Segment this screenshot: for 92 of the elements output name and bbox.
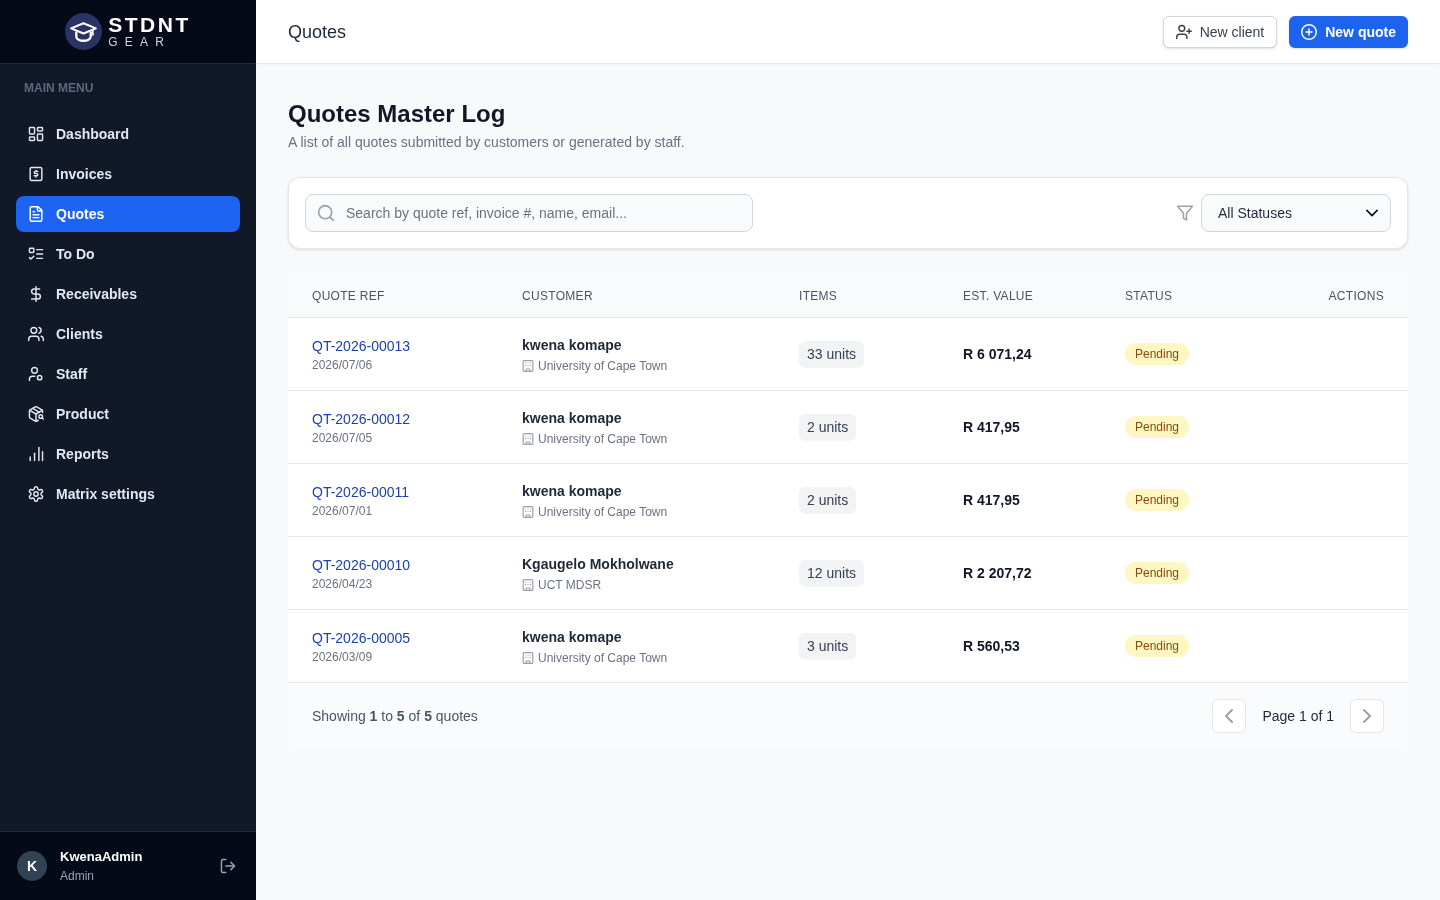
- column-header: ITEMS: [799, 288, 838, 304]
- page-title: Quotes Master Log: [288, 99, 507, 129]
- estimated-value: R 417,95: [963, 491, 1020, 510]
- building-icon: [522, 651, 534, 664]
- customer-organization: University of Cape Town: [538, 430, 668, 447]
- customer-name: kwena komape: [522, 627, 622, 647]
- chevron-right-icon: [1363, 708, 1371, 723]
- quote-ref-link[interactable]: QT-2026-00005: [312, 627, 411, 648]
- search-icon: [317, 204, 335, 222]
- column-header: CUSTOMER: [522, 288, 593, 304]
- sidebar-item[interactable]: Clients: [16, 316, 240, 352]
- estimated-value: R 560,53: [963, 637, 1020, 656]
- document-icon: [28, 206, 44, 222]
- sidebar-item[interactable]: Product: [16, 396, 240, 432]
- funnel-icon: [1177, 205, 1193, 221]
- status-dropdown[interactable]: All Statuses: [1201, 194, 1391, 232]
- quote-date: 2026/07/05: [312, 429, 373, 446]
- dollar-icon: [28, 286, 44, 302]
- column-header: STATUS: [1125, 288, 1173, 304]
- page-indicator: Page 1 of 1: [1262, 706, 1334, 726]
- user-name: KwenaAdmin: [60, 848, 144, 865]
- customer-organization: UCT MDSR: [538, 576, 602, 593]
- checklist-icon: [28, 246, 44, 262]
- chevron-left-icon: [1225, 708, 1234, 723]
- user-plus-icon: [1175, 23, 1192, 40]
- secondary-button[interactable]: New client: [1162, 15, 1278, 48]
- customer-organization: University of Cape Town: [538, 649, 668, 666]
- building-icon: [522, 432, 534, 445]
- customer-name: kwena komape: [522, 481, 622, 501]
- units-badge: 12 units: [799, 560, 865, 586]
- estimated-value: R 2 207,72: [963, 564, 1032, 583]
- box-search-icon: [28, 406, 44, 422]
- caret-icon: [1366, 209, 1378, 217]
- person-circle-icon: [28, 366, 44, 382]
- quote-ref-link[interactable]: QT-2026-00010: [312, 554, 411, 575]
- status-badge: Pending: [1125, 489, 1190, 511]
- quote-date: 2026/03/09: [312, 648, 373, 665]
- section-label: MAIN MENU: [23, 80, 95, 96]
- sidebar-item[interactable]: Dashboard: [16, 116, 240, 152]
- sidebar-item[interactable]: Matrix settings: [16, 476, 240, 512]
- grid-icon: [28, 126, 44, 142]
- logout-icon: [220, 858, 236, 874]
- sidebar-item[interactable]: To Do: [16, 236, 240, 272]
- estimated-value: R 417,95: [963, 418, 1020, 437]
- brand-name: STDNT: [108, 14, 191, 35]
- customer-organization: University of Cape Town: [538, 357, 668, 374]
- status-badge: Pending: [1125, 635, 1190, 657]
- status-badge: Pending: [1125, 562, 1190, 584]
- column-header: EST. VALUE: [963, 288, 1034, 304]
- status-badge: Pending: [1125, 343, 1190, 365]
- users-icon: [28, 326, 44, 342]
- page-subtitle: A list of all quotes submitted by customers or generated by staff.: [288, 133, 686, 152]
- quote-date: 2026/04/23: [312, 575, 373, 592]
- sidebar-item[interactable]: Reports: [16, 436, 240, 472]
- units-badge: 33 units: [799, 341, 865, 367]
- sidebar-item[interactable]: Staff: [16, 356, 240, 392]
- quote-date: 2026/07/06: [312, 356, 373, 373]
- status-badge: Pending: [1125, 416, 1190, 438]
- column-header: QUOTE REF: [312, 288, 385, 304]
- customer-organization: University of Cape Town: [538, 503, 668, 520]
- primary-button[interactable]: New quote: [1289, 15, 1408, 48]
- next-page-button[interactable]: [1350, 698, 1384, 733]
- header-title: Quotes: [288, 20, 347, 44]
- quote-ref-link[interactable]: QT-2026-00012: [312, 408, 411, 429]
- user-avatar: K: [17, 851, 47, 881]
- brand-tagline: GEAR: [108, 36, 172, 49]
- quote-ref-link[interactable]: QT-2026-00011: [312, 481, 410, 502]
- previous-page-button[interactable]: [1212, 698, 1247, 733]
- sidebar-item[interactable]: Invoices: [16, 156, 240, 192]
- customer-name: kwena komape: [522, 408, 622, 428]
- results-summary: Showing 1 to 5 of 5 quotes: [312, 706, 478, 726]
- column-header: ACTIONS: [1328, 288, 1384, 304]
- estimated-value: R 6 071,24: [963, 345, 1032, 364]
- building-icon: [522, 359, 534, 372]
- dollar-document-icon: [28, 166, 44, 182]
- sidebar-item[interactable]: Receivables: [16, 276, 240, 312]
- bar-chart-icon: [28, 446, 44, 462]
- units-badge: 2 units: [799, 487, 857, 513]
- settings-icon: [28, 486, 44, 502]
- quote-date: 2026/07/01: [312, 502, 373, 519]
- building-icon: [522, 578, 534, 591]
- quote-ref-link[interactable]: QT-2026-00013: [312, 335, 411, 356]
- customer-name: kwena komape: [522, 335, 622, 355]
- search-field[interactable]: Search by quote ref, invoice #, name, email...: [305, 194, 753, 232]
- user-role: Admin: [60, 867, 95, 884]
- units-badge: 3 units: [799, 633, 857, 659]
- plus-circle-icon: [1301, 23, 1318, 40]
- sidebar-item[interactable]: Quotes: [16, 196, 240, 232]
- graduation-cap-icon: [65, 13, 103, 50]
- units-badge: 2 units: [799, 414, 857, 440]
- building-icon: [522, 505, 534, 518]
- customer-name: Kgaugelo Mokholwane: [522, 554, 674, 574]
